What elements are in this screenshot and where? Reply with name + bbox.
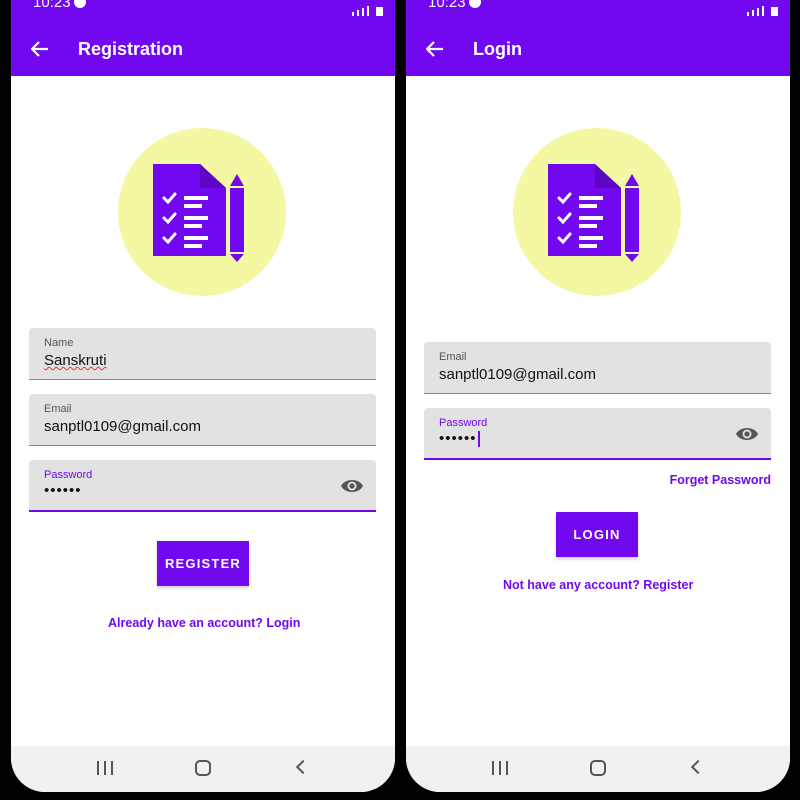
email-label: Email <box>44 403 72 415</box>
status-time: 10:23 <box>33 0 71 11</box>
login-button[interactable]: LOGIN <box>556 512 638 557</box>
name-label: Name <box>44 337 74 349</box>
home-icon[interactable] <box>590 760 606 776</box>
recent-apps-icon[interactable] <box>492 761 508 775</box>
password-dots: •••••• <box>439 430 477 447</box>
email-value: sanptl0109@gmail.com <box>439 366 596 383</box>
checklist-icon <box>153 164 244 262</box>
page-title: Login <box>473 39 522 59</box>
status-bar: 10:23 <box>11 0 395 22</box>
email-value: sanptl0109@gmail.com <box>44 418 201 435</box>
eye-icon[interactable] <box>735 424 759 444</box>
app-logo <box>513 128 681 296</box>
password-label: Password <box>439 417 488 429</box>
password-value: •••••• <box>44 482 82 499</box>
status-bar: 10:23 <box>406 0 790 22</box>
email-field[interactable]: Email sanptl0109@gmail.com <box>29 394 376 446</box>
navigation-bar <box>406 746 790 792</box>
name-value: Sanskruti <box>44 352 107 369</box>
pen-icon <box>230 174 244 262</box>
page-title: Registration <box>78 39 184 59</box>
password-label: Password <box>44 469 93 481</box>
notification-icon <box>469 0 481 8</box>
back-nav-icon[interactable] <box>295 759 311 775</box>
checklist-icon <box>548 164 639 262</box>
app-logo <box>118 128 286 296</box>
login-link[interactable]: Already have an account? Login <box>108 616 300 630</box>
name-field[interactable]: Name Sanskruti <box>29 328 376 380</box>
arrow-back-icon[interactable] <box>25 34 55 64</box>
pen-icon <box>625 174 639 262</box>
signal-icon <box>352 6 383 16</box>
password-field[interactable]: Password •••••• <box>29 460 376 512</box>
notification-icon <box>74 0 86 8</box>
password-field[interactable]: Password •••••• <box>424 408 771 460</box>
home-icon[interactable] <box>195 760 211 776</box>
login-screen: 10:23 Login Email sanptl0109@gmail.com P… <box>406 0 790 792</box>
text-cursor <box>477 431 480 448</box>
email-field[interactable]: Email sanptl0109@gmail.com <box>424 342 771 394</box>
signal-icon <box>747 6 778 16</box>
registration-screen: 10:23 Registration Name Sanskruti Email … <box>11 0 395 792</box>
register-button[interactable]: REGISTER <box>157 541 249 586</box>
recent-apps-icon[interactable] <box>97 761 113 775</box>
status-time: 10:23 <box>428 0 466 11</box>
email-label: Email <box>439 351 467 363</box>
back-nav-icon[interactable] <box>690 759 706 775</box>
navigation-bar <box>11 746 395 792</box>
password-value: •••••• <box>439 430 480 448</box>
forget-password-link[interactable]: Forget Password <box>670 473 771 487</box>
register-link[interactable]: Not have any account? Register <box>503 578 693 592</box>
app-bar: Registration <box>11 22 395 76</box>
app-bar: Login <box>406 22 790 76</box>
arrow-back-icon[interactable] <box>420 34 450 64</box>
eye-icon[interactable] <box>340 476 364 496</box>
